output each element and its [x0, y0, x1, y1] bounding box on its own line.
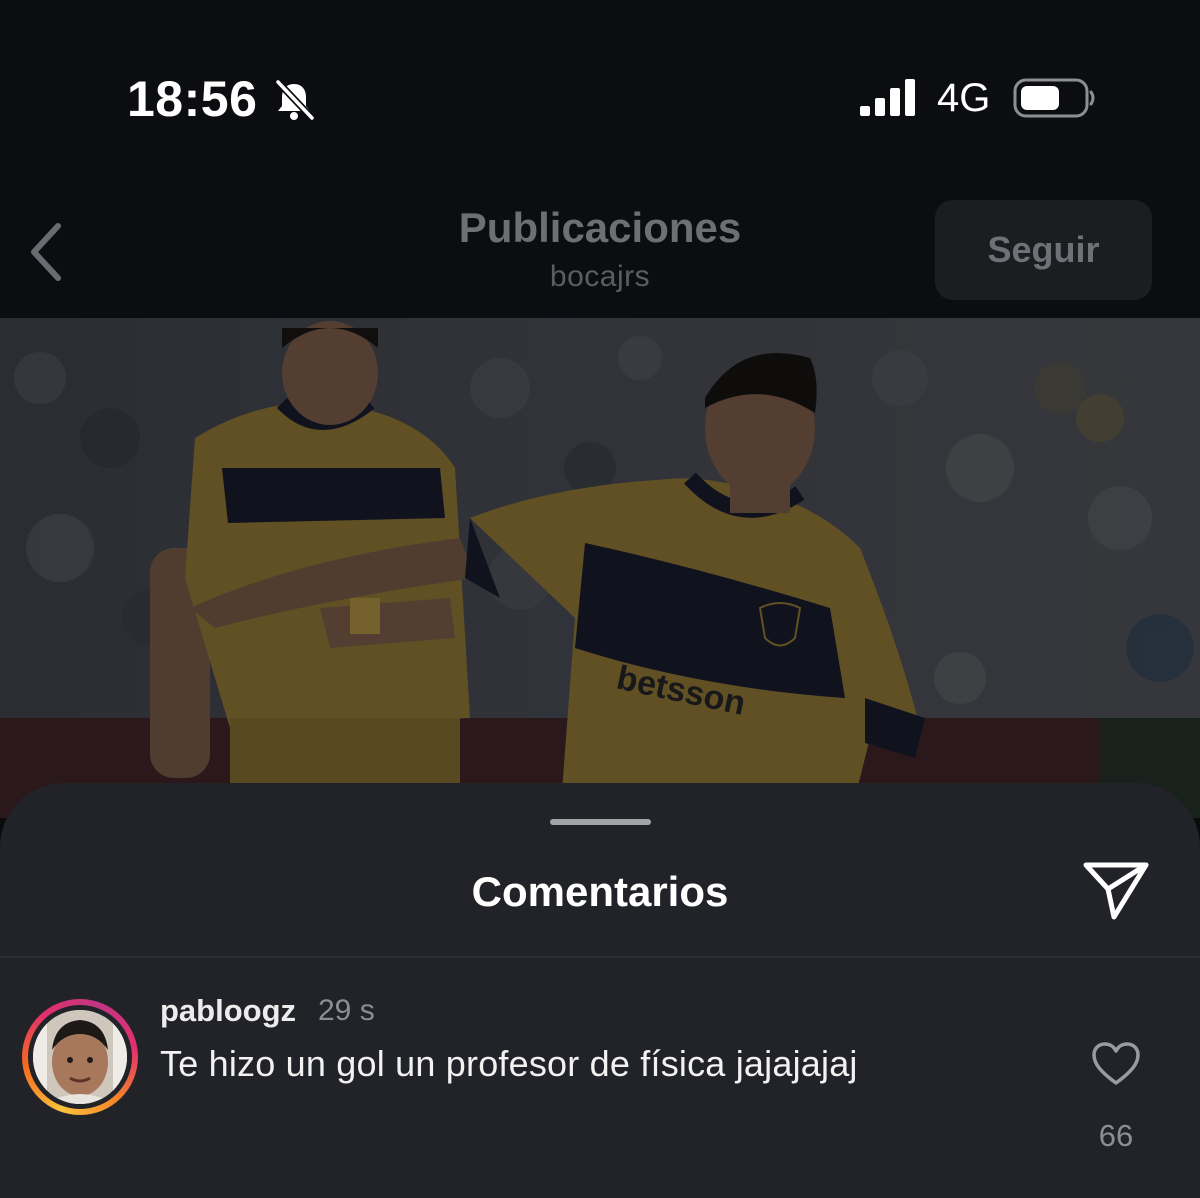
divider — [0, 956, 1200, 958]
avatar[interactable] — [33, 1010, 127, 1104]
comment-item[interactable]: pabloogz 29 s Te hizo un gol un profesor… — [0, 993, 1200, 1193]
drag-handle[interactable] — [550, 819, 651, 825]
comments-title: Comentarios — [471, 868, 729, 915]
bell-slash-icon — [275, 79, 315, 121]
story-ring[interactable] — [22, 999, 138, 1115]
follow-button[interactable]: Seguir — [935, 200, 1152, 300]
cellular-signal-icon — [860, 79, 915, 116]
post-header: Publicaciones bocajrs Seguir — [0, 180, 1200, 318]
like-count: 66 — [1098, 1118, 1134, 1153]
comments-sheet: Comentarios pabloogz 29 s Te hizo un gol… — [0, 783, 1200, 1198]
status-bar: 18:56 4G — [0, 0, 1200, 180]
battery-icon — [1013, 78, 1095, 118]
comment-username[interactable]: pabloogz — [160, 993, 296, 1029]
status-time: 18:56 — [127, 71, 258, 127]
comment-time: 29 s — [318, 994, 375, 1027]
football-players-photo[interactable]: betsson — [0, 318, 1200, 818]
paper-plane-icon[interactable] — [1080, 859, 1152, 921]
comment-text: Te hizo un gol un profesor de física jaj… — [160, 1043, 858, 1084]
heart-outline-icon[interactable] — [1091, 1041, 1141, 1087]
network-type: 4G — [937, 76, 991, 120]
